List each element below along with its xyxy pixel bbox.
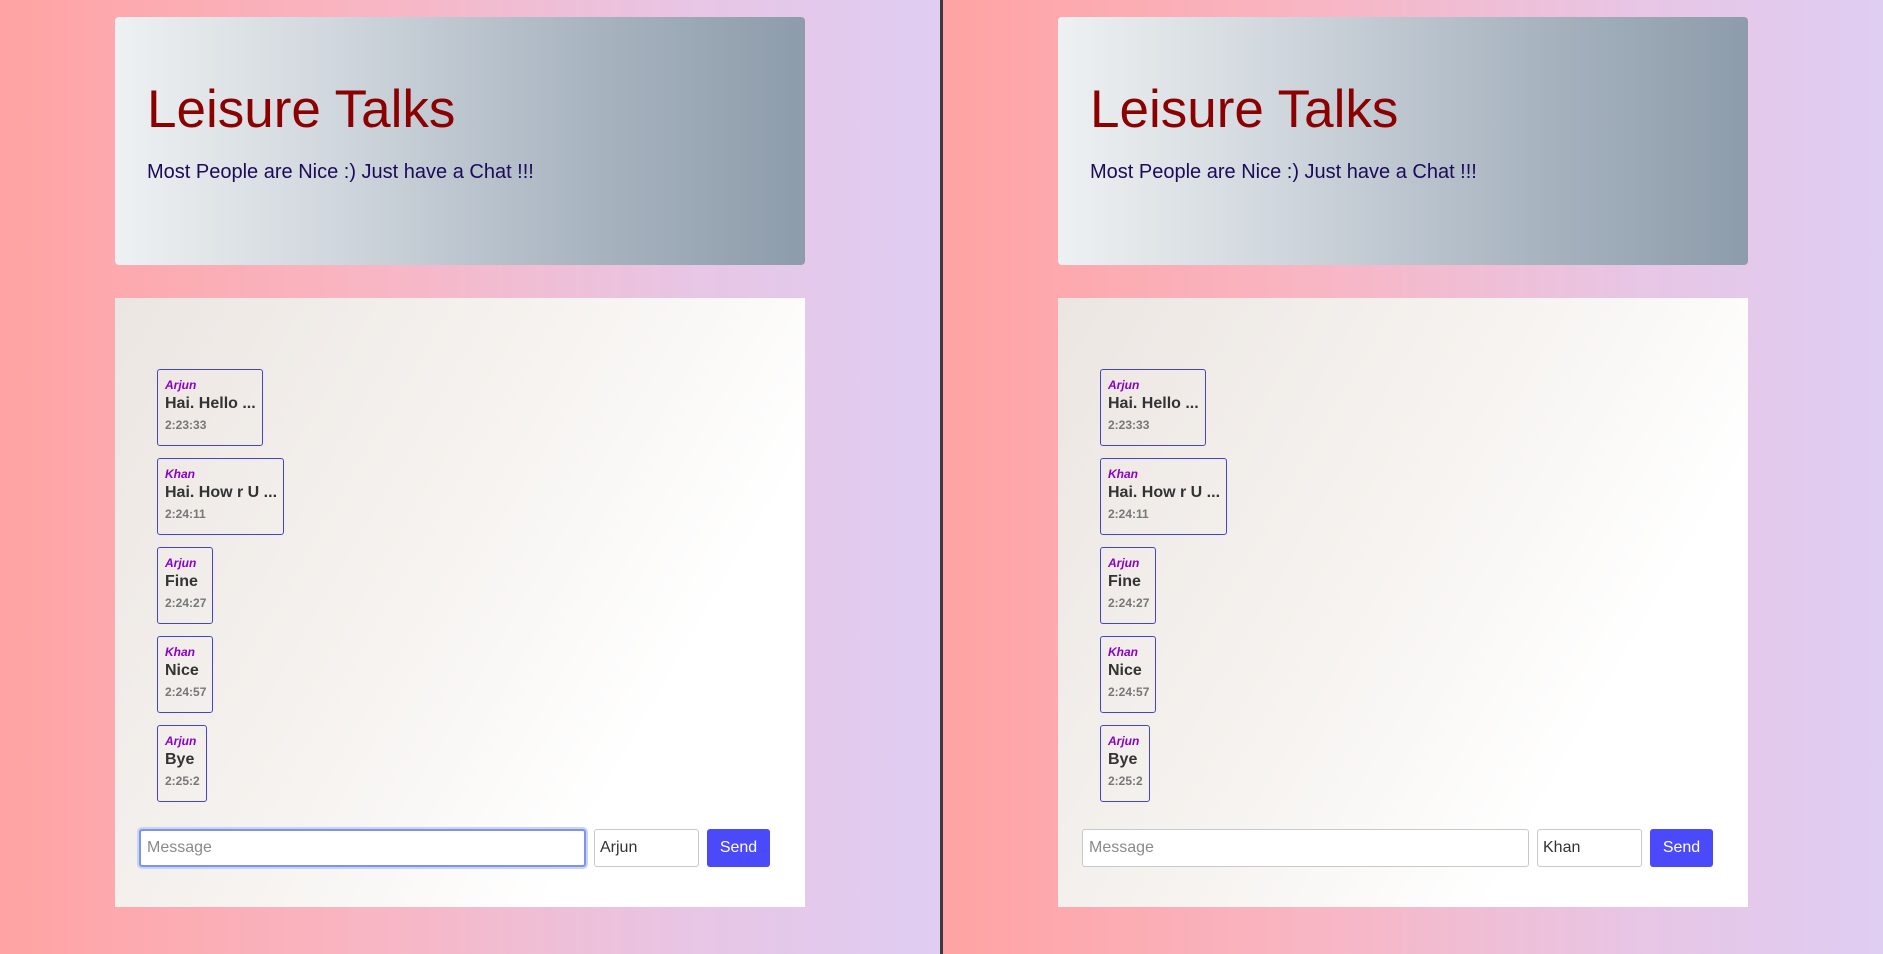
message-list: Arjun Hai. Hello ... 2:23:33 Khan Hai. H… bbox=[1100, 369, 1228, 814]
message-timestamp: 2:25:2 bbox=[165, 774, 200, 788]
message-bubble: Khan Hai. How r U ... 2:24:11 bbox=[1100, 458, 1228, 535]
username-input[interactable] bbox=[1537, 829, 1642, 867]
message-text: Fine bbox=[165, 573, 198, 590]
app-title: Leisure Talks bbox=[147, 80, 456, 139]
message-bubble: Khan Hai. How r U ... 2:24:11 bbox=[157, 458, 285, 535]
message-bubble: Arjun Bye 2:25:2 bbox=[1100, 725, 1150, 802]
message-username: Khan bbox=[1108, 467, 1138, 481]
message-bubble: Khan Nice 2:24:57 bbox=[157, 636, 214, 713]
message-input[interactable] bbox=[139, 829, 586, 867]
chat-panel: Arjun Hai. Hello ... 2:23:33 Khan Hai. H… bbox=[115, 298, 805, 907]
message-timestamp: 2:24:11 bbox=[165, 507, 206, 521]
message-username: Khan bbox=[165, 645, 195, 659]
message-timestamp: 2:24:57 bbox=[1108, 685, 1150, 699]
split-screen: Leisure Talks Most People are Nice :) Ju… bbox=[0, 0, 1883, 954]
username-input[interactable] bbox=[594, 829, 699, 867]
message-timestamp: 2:23:33 bbox=[1108, 418, 1150, 432]
message-username: Arjun bbox=[165, 556, 197, 570]
app-subtitle: Most People are Nice :) Just have a Chat… bbox=[147, 161, 534, 183]
app-header: Leisure Talks Most People are Nice :) Ju… bbox=[1058, 17, 1748, 265]
message-list: Arjun Hai. Hello ... 2:23:33 Khan Hai. H… bbox=[157, 369, 285, 814]
message-timestamp: 2:24:11 bbox=[1108, 507, 1149, 521]
message-text: Fine bbox=[1108, 573, 1141, 590]
send-button[interactable]: Send bbox=[1650, 829, 1713, 867]
message-timestamp: 2:25:2 bbox=[1108, 774, 1143, 788]
message-timestamp: 2:24:57 bbox=[165, 685, 207, 699]
message-text: Bye bbox=[1108, 751, 1138, 768]
message-username: Arjun bbox=[1108, 734, 1140, 748]
message-bubble: Arjun Bye 2:25:2 bbox=[157, 725, 207, 802]
message-input[interactable] bbox=[1082, 829, 1529, 867]
message-text: Hai. How r U ... bbox=[165, 484, 278, 501]
message-bubble: Khan Nice 2:24:57 bbox=[1100, 636, 1157, 713]
message-text: Bye bbox=[165, 751, 195, 768]
message-username: Arjun bbox=[1108, 556, 1140, 570]
message-text: Nice bbox=[165, 662, 199, 679]
message-username: Khan bbox=[165, 467, 195, 481]
left-browser-pane: Leisure Talks Most People are Nice :) Ju… bbox=[0, 0, 940, 954]
message-username: Arjun bbox=[165, 378, 197, 392]
message-bubble: Arjun Hai. Hello ... 2:23:33 bbox=[157, 369, 263, 446]
message-text: Hai. Hello ... bbox=[1108, 395, 1199, 412]
chat-panel: Arjun Hai. Hello ... 2:23:33 Khan Hai. H… bbox=[1058, 298, 1748, 907]
message-bubble: Arjun Fine 2:24:27 bbox=[1100, 547, 1157, 624]
app-subtitle: Most People are Nice :) Just have a Chat… bbox=[1090, 161, 1477, 183]
message-username: Khan bbox=[1108, 645, 1138, 659]
message-bubble: Arjun Fine 2:24:27 bbox=[157, 547, 214, 624]
app-title: Leisure Talks bbox=[1090, 80, 1399, 139]
message-timestamp: 2:24:27 bbox=[1108, 596, 1150, 610]
message-text: Nice bbox=[1108, 662, 1142, 679]
message-text: Hai. Hello ... bbox=[165, 395, 256, 412]
message-timestamp: 2:24:27 bbox=[165, 596, 207, 610]
message-bubble: Arjun Hai. Hello ... 2:23:33 bbox=[1100, 369, 1206, 446]
message-username: Arjun bbox=[165, 734, 197, 748]
message-timestamp: 2:23:33 bbox=[165, 418, 207, 432]
message-text: Hai. How r U ... bbox=[1108, 484, 1221, 501]
app-header: Leisure Talks Most People are Nice :) Ju… bbox=[115, 17, 805, 265]
right-browser-pane: Leisure Talks Most People are Nice :) Ju… bbox=[943, 0, 1883, 954]
send-button[interactable]: Send bbox=[707, 829, 770, 867]
message-username: Arjun bbox=[1108, 378, 1140, 392]
